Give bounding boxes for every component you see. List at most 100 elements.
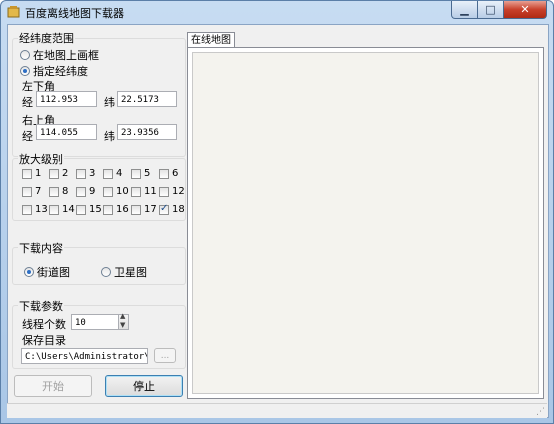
- specify-coords-label: 指定经纬度: [33, 65, 88, 78]
- checkbox-icon: [76, 186, 86, 197]
- radio-indicator-selected: [24, 267, 34, 277]
- save-dir-input[interactable]: C:\Users\Administrator\Desktop: [21, 348, 148, 364]
- satellite-map-label: 卫星图: [114, 266, 147, 279]
- content-legend: 下载内容: [18, 240, 64, 256]
- browse-button-label: ...: [160, 350, 170, 361]
- window-title: 百度离线地图下载器: [25, 7, 124, 20]
- zoom-level-label: 10: [116, 186, 129, 197]
- threads-spinner[interactable]: ▲ ▼: [118, 312, 129, 330]
- draw-box-radio[interactable]: 在地图上画框: [20, 47, 99, 63]
- satellite-map-radio[interactable]: 卫星图: [101, 264, 147, 280]
- radio-indicator: [20, 50, 30, 60]
- zoom-level-label: 1: [35, 168, 42, 179]
- zoom-level-checkbox[interactable]: 11: [131, 186, 157, 197]
- close-button[interactable]: ✕: [504, 1, 547, 19]
- zoom-level-checkbox[interactable]: 5: [131, 168, 150, 179]
- checkbox-icon: [22, 204, 32, 215]
- zoom-level-label: 13: [35, 204, 48, 215]
- zoom-level-label: 18: [172, 204, 185, 215]
- zoom-legend: 放大级别: [18, 151, 64, 167]
- stop-button-label: 停止: [133, 380, 155, 393]
- zoom-level-checkbox[interactable]: 16: [103, 204, 129, 215]
- lower-left-lat-label: 纬: [104, 96, 115, 109]
- map-panel: [187, 47, 544, 399]
- checkbox-icon: [103, 186, 113, 197]
- zoom-level-label: 8: [62, 186, 69, 197]
- chevron-down-icon[interactable]: ▼: [120, 321, 125, 329]
- checkbox-icon: [131, 204, 141, 215]
- checkbox-icon: [103, 168, 113, 179]
- zoom-level-checkbox[interactable]: 18: [159, 203, 185, 215]
- maximize-button[interactable]: □: [478, 1, 504, 19]
- zoom-level-label: 11: [144, 186, 157, 197]
- zoom-level-checkbox[interactable]: 14: [49, 204, 75, 215]
- lower-left-lat-input[interactable]: 22.5173: [117, 91, 177, 107]
- title-bar[interactable]: 百度离线地图下载器 ▁ □ ✕: [1, 1, 553, 23]
- maximize-icon: □: [485, 3, 496, 16]
- upper-right-lat-label: 纬: [104, 130, 115, 143]
- zoom-level-checkbox[interactable]: 8: [49, 186, 68, 197]
- close-icon: ✕: [520, 3, 530, 16]
- chevron-up-icon[interactable]: ▲: [120, 312, 125, 320]
- minimize-icon: ▁: [460, 3, 469, 16]
- app-icon: [7, 6, 20, 18]
- checkbox-checked-icon: [159, 203, 169, 215]
- zoom-level-label: 17: [144, 204, 157, 215]
- zoom-level-checkbox[interactable]: 15: [76, 204, 102, 215]
- checkbox-icon: [49, 168, 59, 179]
- street-map-radio[interactable]: 街道图: [24, 264, 70, 280]
- zoom-level-label: 3: [89, 168, 96, 179]
- save-dir-label: 保存目录: [22, 334, 66, 347]
- zoom-level-label: 16: [116, 204, 129, 215]
- map-canvas[interactable]: [192, 52, 539, 394]
- lower-left-lng-label: 经: [22, 96, 33, 109]
- upper-right-lng-label: 经: [22, 130, 33, 143]
- zoom-level-checkbox[interactable]: 13: [22, 204, 48, 215]
- checkbox-icon: [131, 186, 141, 197]
- checkbox-icon: [22, 168, 32, 179]
- checkbox-icon: [49, 186, 59, 197]
- browse-button[interactable]: ...: [154, 348, 176, 363]
- checkbox-icon: [49, 204, 59, 215]
- zoom-level-label: 7: [35, 186, 42, 197]
- checkbox-icon: [76, 168, 86, 179]
- start-button[interactable]: 开始: [14, 375, 92, 397]
- zoom-level-checkbox[interactable]: 17: [131, 204, 157, 215]
- street-map-label: 街道图: [37, 266, 70, 279]
- checkbox-icon: [159, 186, 169, 197]
- radio-indicator-selected: [20, 66, 30, 76]
- checkbox-icon: [22, 186, 32, 197]
- zoom-level-checkbox[interactable]: 1: [22, 168, 41, 179]
- zoom-level-checkbox[interactable]: 10: [103, 186, 129, 197]
- checkbox-icon: [103, 204, 113, 215]
- zoom-level-label: 4: [116, 168, 123, 179]
- resize-grip-icon[interactable]: ⋰: [536, 407, 545, 417]
- zoom-level-checkbox[interactable]: 7: [22, 186, 41, 197]
- stop-button[interactable]: 停止: [105, 375, 183, 397]
- threads-label: 线程个数: [22, 318, 66, 331]
- params-legend: 下载参数: [18, 298, 64, 314]
- zoom-level-checkbox[interactable]: 3: [76, 168, 95, 179]
- zoom-level-checkbox[interactable]: 12: [159, 186, 185, 197]
- start-button-label: 开始: [42, 380, 64, 393]
- draw-box-label: 在地图上画框: [33, 49, 99, 62]
- zoom-level-label: 9: [89, 186, 96, 197]
- lower-left-lng-input[interactable]: 112.953: [36, 91, 97, 107]
- zoom-level-checkbox[interactable]: 6: [159, 168, 178, 179]
- zoom-level-label: 2: [62, 168, 69, 179]
- checkbox-icon: [131, 168, 141, 179]
- zoom-level-label: 14: [62, 204, 75, 215]
- upper-right-lat-input[interactable]: 23.9356: [117, 124, 177, 140]
- status-bar: ⋰: [7, 403, 547, 418]
- threads-input[interactable]: 10: [71, 314, 119, 330]
- zoom-level-checkbox[interactable]: 9: [76, 186, 95, 197]
- zoom-level-label: 6: [172, 168, 179, 179]
- radio-indicator: [101, 267, 111, 277]
- range-legend: 经纬度范围: [18, 30, 75, 46]
- checkbox-icon: [76, 204, 86, 215]
- zoom-level-checkbox[interactable]: 4: [103, 168, 122, 179]
- upper-right-lng-input[interactable]: 114.055: [36, 124, 97, 140]
- zoom-level-checkbox[interactable]: 2: [49, 168, 68, 179]
- minimize-button[interactable]: ▁: [451, 1, 478, 19]
- specify-coords-radio[interactable]: 指定经纬度: [20, 63, 88, 79]
